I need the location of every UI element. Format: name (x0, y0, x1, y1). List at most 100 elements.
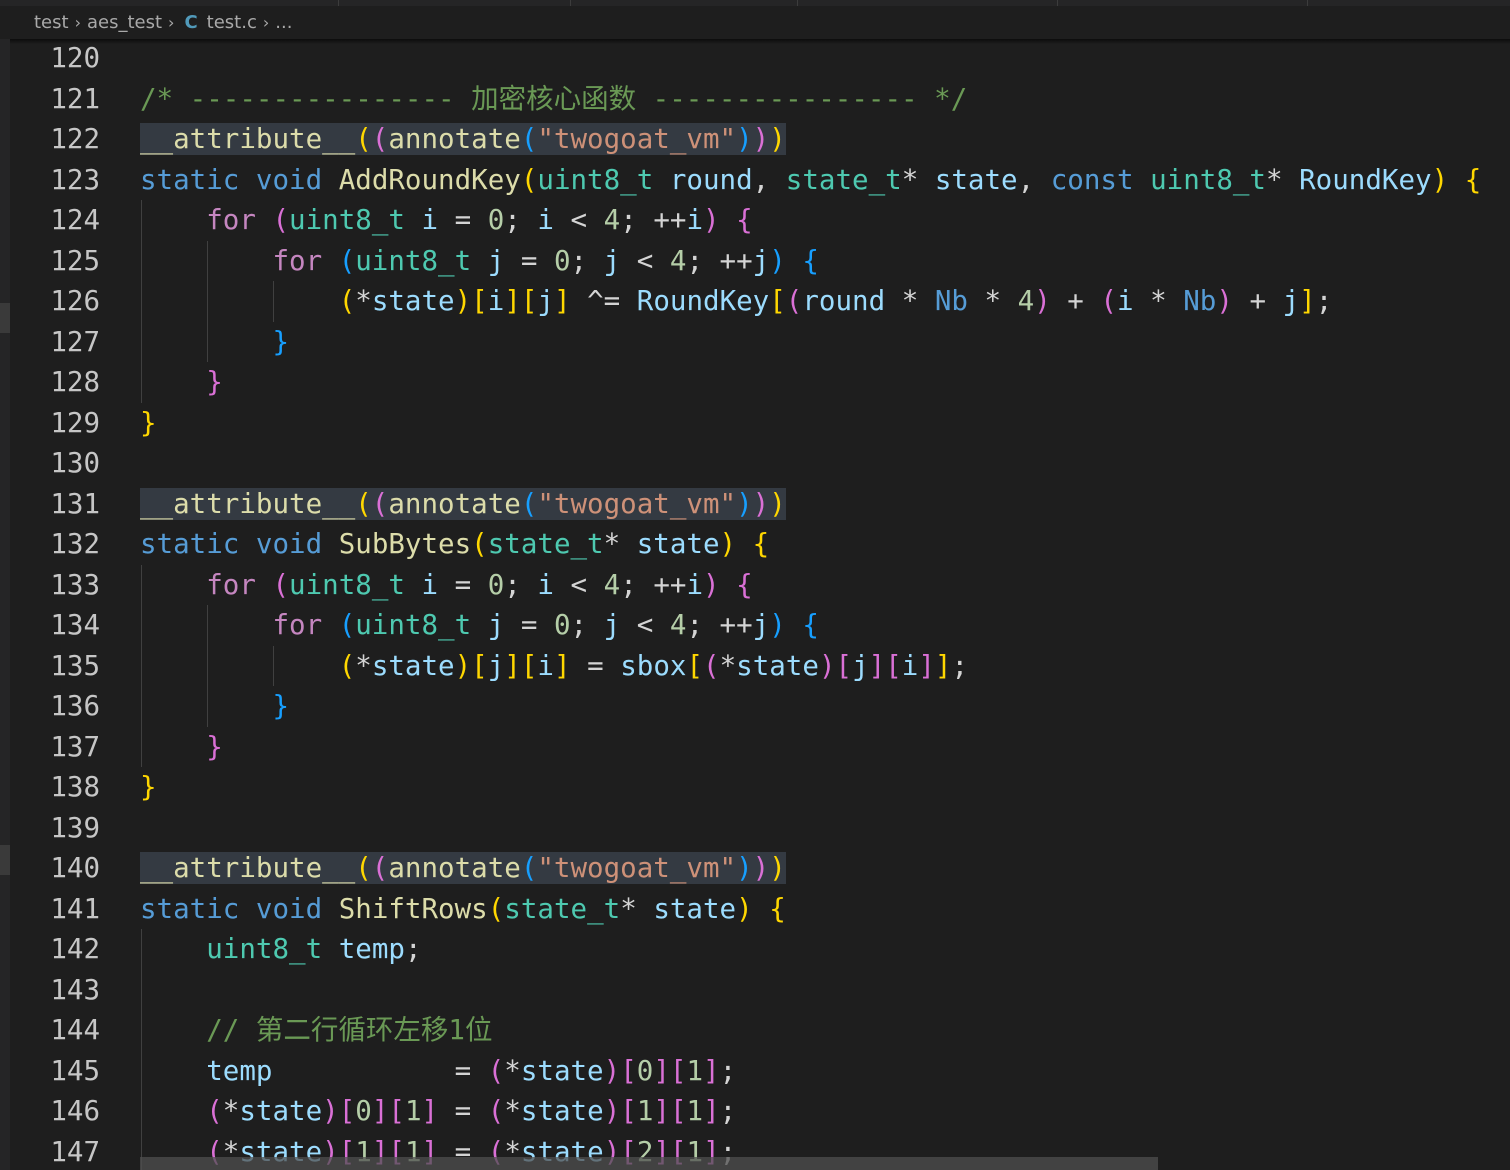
code-line[interactable]: 140 __attribute__((annotate("twogoat_vm")… (10, 848, 1510, 889)
code-token: ] (504, 285, 521, 317)
code-token: * (967, 285, 1018, 317)
code-line[interactable]: 134 for (uint8_t j = 0; j < 4; ++j) { (10, 605, 1510, 646)
code-token: ) (736, 892, 753, 925)
code-line[interactable]: 120 (10, 38, 1510, 79)
code-line[interactable]: 122 __attribute__((annotate("twogoat_vm")… (10, 119, 1510, 160)
code-line[interactable]: 123 static void AddRoundKey(uint8_t round… (10, 160, 1510, 201)
code-line[interactable]: 143 (10, 970, 1510, 1011)
code-line[interactable]: 133 for (uint8_t i = 0; i < 4; ++i) { (10, 565, 1510, 606)
code-token: 0 (355, 1095, 372, 1127)
code-token: j (487, 649, 505, 682)
code-line[interactable]: 124 for (uint8_t i = 0; i < 4; ++i) { (10, 200, 1510, 241)
code-line[interactable]: 146 (*state)[0][1] = (*state)[1][1]; (10, 1091, 1510, 1132)
code-line[interactable]: 142 uint8_t temp; (10, 929, 1510, 970)
line-number: 128 (50, 366, 100, 398)
code-line[interactable]: 121 /* ---------------- 加密核心函数 ----------… (10, 79, 1510, 120)
code-line[interactable]: 128 } (10, 362, 1510, 403)
breadcrumb-symbols[interactable]: ... (275, 12, 292, 33)
code-token: ; ++ (686, 609, 753, 641)
line-code: (*state)[i][j] ^= RoundKey[(round * Nb *… (140, 281, 1333, 322)
code-token: j (1282, 285, 1300, 317)
code-token: , (752, 163, 786, 196)
code-line[interactable]: 138} (10, 767, 1510, 808)
code-token: ] (421, 1095, 439, 1127)
code-line[interactable]: 132 static void SubBytes(state_t* state) … (10, 524, 1510, 565)
code-token: for (272, 244, 323, 277)
code-token: * (719, 649, 737, 682)
line-number: 126 (50, 285, 100, 317)
code-token: i (686, 568, 704, 601)
code-line[interactable]: 129} (10, 403, 1510, 444)
code-line[interactable]: 126 (*state)[i][j] ^= RoundKey[(round * … (10, 281, 1510, 322)
code-line[interactable]: 141 static void ShiftRows(state_t* state)… (10, 889, 1510, 930)
indent-guide (141, 564, 142, 767)
line-number: 136 (50, 690, 100, 722)
horizontal-scrollbar[interactable] (140, 1157, 1158, 1170)
code-token: ( (785, 285, 803, 317)
code-token: __attribute__ (140, 487, 356, 520)
indent-guide (141, 929, 142, 1170)
line-code: for (uint8_t j = 0; j < 4; ++j) { (140, 605, 819, 646)
code-token: = (272, 1054, 488, 1087)
breadcrumb-folder-aes-test[interactable]: aes_test (87, 12, 162, 33)
code-token: i (537, 568, 554, 601)
code-line[interactable]: 137 } (10, 727, 1510, 768)
code-token: i (901, 649, 919, 682)
line-code: } (140, 686, 289, 727)
code-line[interactable]: 127 } (10, 322, 1510, 363)
code-line[interactable]: 125 for (uint8_t j = 0; j < 4; ++j) { (10, 241, 1510, 282)
code-token: 4 (669, 609, 687, 641)
code-line[interactable]: 139 (10, 808, 1510, 849)
code-line[interactable]: 136 } (10, 686, 1510, 727)
code-token: ) (1216, 285, 1233, 317)
code-token: ] (553, 649, 571, 682)
code-line[interactable]: 131 __attribute__((annotate("twogoat_vm")… (10, 484, 1510, 525)
code-token: state (653, 892, 737, 925)
code-line[interactable]: 144 // 第二行循环左移1位 (10, 1010, 1510, 1051)
code-token: annotate (388, 852, 521, 884)
code-token: round (802, 285, 886, 317)
code-lines[interactable]: 120 121 /* ---------------- 加密核心函数 -------… (10, 38, 1510, 1170)
line-code: uint8_t temp; (140, 929, 421, 970)
line-code: temp = (*state)[0][1]; (140, 1051, 736, 1092)
code-token: * (603, 528, 637, 560)
chevron-right-icon: › (74, 13, 81, 32)
code-line[interactable]: 135 (*state)[j][i] = sbox[(*state)[j][i]… (10, 646, 1510, 687)
code-token: Nb (934, 285, 968, 317)
code-line[interactable]: 130 (10, 443, 1510, 484)
line-number: 145 (50, 1054, 100, 1087)
code-token: uint8_t (206, 933, 323, 965)
edge-marker (0, 303, 10, 333)
breadcrumb-folder-test[interactable]: test (34, 12, 69, 33)
code-token: 1 (686, 1054, 703, 1087)
code-token: static (140, 892, 240, 925)
code-token: [ (471, 649, 488, 682)
code-token: { (802, 609, 819, 641)
code-token: < (620, 609, 670, 641)
code-token: /* ---------------- 加密核心函数 -------------… (140, 82, 968, 115)
breadcrumb-file[interactable]: test.c (207, 12, 257, 33)
code-token: { (769, 892, 786, 925)
code-line[interactable]: 145 temp = (*state)[0][1]; (10, 1051, 1510, 1092)
line-number: 127 (50, 325, 100, 358)
code-token: * (355, 285, 372, 317)
code-token: = (438, 568, 488, 601)
code-token: ( (371, 852, 389, 884)
code-token: j (487, 244, 505, 277)
code-token: ( (371, 123, 389, 155)
code-token: < (553, 204, 604, 236)
line-number: 124 (50, 204, 100, 236)
code-token: state (520, 1095, 604, 1127)
code-token: state_t (504, 892, 621, 925)
code-token: __attribute__ (140, 123, 356, 155)
code-token: , (1017, 163, 1051, 196)
code-token: ( (338, 285, 356, 317)
